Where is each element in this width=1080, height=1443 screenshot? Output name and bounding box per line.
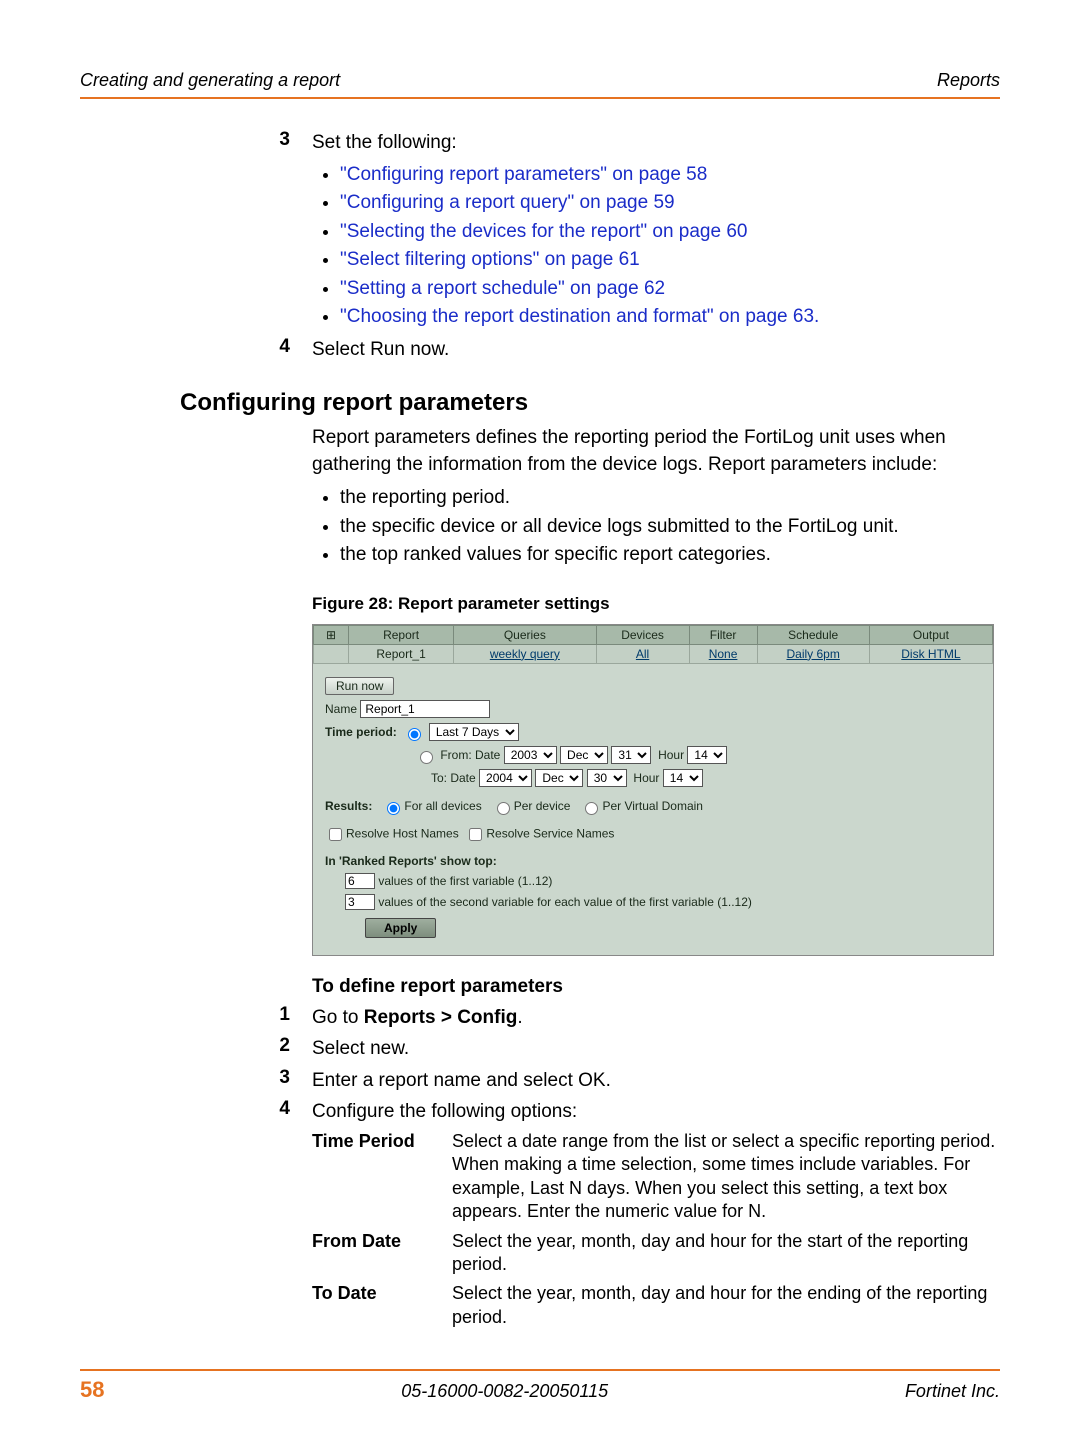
crossref-link[interactable]: "Setting a report schedule" on page 62 bbox=[340, 275, 1000, 304]
to-day-select[interactable]: 30 bbox=[587, 769, 627, 787]
cell-output-link[interactable]: Disk HTML bbox=[869, 644, 992, 663]
crossref-link[interactable]: "Select filtering options" on page 61 bbox=[340, 246, 1000, 275]
step-text: Select Run now. bbox=[312, 336, 449, 364]
step-text: Go to Reports > Config. bbox=[312, 1004, 523, 1032]
crossref-link[interactable]: "Choosing the report destination and for… bbox=[340, 303, 1000, 332]
time-period-preset-select[interactable]: Last 7 Days bbox=[429, 723, 519, 741]
option-desc: Select the year, month, day and hour for… bbox=[452, 1230, 1000, 1277]
run-now-button[interactable]: Run now bbox=[325, 677, 394, 695]
to-hour-label: Hour bbox=[633, 771, 659, 785]
crossref-link[interactable]: "Configuring report parameters" on page … bbox=[340, 161, 1000, 190]
col-header: Schedule bbox=[757, 625, 869, 644]
results-per-vdom-radio[interactable] bbox=[585, 802, 598, 815]
to-hour-select[interactable]: 14 bbox=[663, 769, 703, 787]
apply-button[interactable]: Apply bbox=[365, 918, 436, 938]
cell-schedule-link[interactable]: Daily 6pm bbox=[757, 644, 869, 663]
col-header: Queries bbox=[454, 625, 596, 644]
figure-caption: Figure 28: Report parameter settings bbox=[312, 594, 1000, 614]
from-month-select[interactable]: Dec bbox=[560, 746, 608, 764]
option-label: From Date bbox=[312, 1230, 452, 1277]
resolve-host-checkbox[interactable] bbox=[329, 828, 342, 841]
footer-company: Fortinet Inc. bbox=[905, 1381, 1000, 1402]
header-left: Creating and generating a report bbox=[80, 70, 340, 91]
header-rule bbox=[80, 97, 1000, 99]
option-desc: Select a date range from the list or sel… bbox=[452, 1130, 1000, 1224]
sub-heading: To define report parameters bbox=[312, 976, 1000, 998]
name-input[interactable] bbox=[360, 700, 490, 718]
cell-report-name: Report_1 bbox=[349, 644, 454, 663]
step-number: 2 bbox=[260, 1035, 290, 1063]
time-period-preset-radio[interactable] bbox=[408, 728, 421, 741]
to-year-select[interactable]: 2004 bbox=[479, 769, 532, 787]
ranked-heading: In 'Ranked Reports' show top: bbox=[325, 854, 981, 868]
step-number: 4 bbox=[260, 1098, 290, 1126]
col-header: Output bbox=[869, 625, 992, 644]
step-text: Configure the following options: bbox=[312, 1098, 577, 1126]
to-month-select[interactable]: Dec bbox=[535, 769, 583, 787]
option-desc: Select the year, month, day and hour for… bbox=[452, 1282, 1000, 1329]
ranked-second-input[interactable] bbox=[345, 894, 375, 910]
results-label: Results: bbox=[325, 799, 372, 813]
col-header: Devices bbox=[596, 625, 689, 644]
cell-devices-link[interactable]: All bbox=[596, 644, 689, 663]
from-year-select[interactable]: 2003 bbox=[504, 746, 557, 764]
from-hour-select[interactable]: 14 bbox=[687, 746, 727, 764]
footer-docid: 05-16000-0082-20050115 bbox=[401, 1381, 608, 1402]
results-per-device-radio[interactable] bbox=[497, 802, 510, 815]
step-text: Enter a report name and select OK. bbox=[312, 1067, 611, 1095]
from-label: From: Date bbox=[440, 748, 500, 762]
header-right: Reports bbox=[937, 70, 1000, 91]
list-item: the reporting period. bbox=[340, 484, 1000, 513]
from-hour-label: Hour bbox=[658, 748, 684, 762]
col-header: Report bbox=[349, 625, 454, 644]
crossref-link[interactable]: "Configuring a report query" on page 59 bbox=[340, 189, 1000, 218]
name-label: Name bbox=[325, 702, 357, 716]
add-icon[interactable]: ⊞ bbox=[314, 625, 349, 644]
step-text: Set the following: bbox=[312, 129, 457, 157]
list-item: the top ranked values for specific repor… bbox=[340, 541, 1000, 570]
figure-screenshot: ⊞ Report Queries Devices Filter Schedule… bbox=[312, 624, 994, 956]
crossref-link[interactable]: "Selecting the devices for the report" o… bbox=[340, 218, 1000, 247]
list-item: the specific device or all device logs s… bbox=[340, 513, 1000, 542]
from-day-select[interactable]: 31 bbox=[611, 746, 651, 764]
step-text: Select new. bbox=[312, 1035, 409, 1063]
option-label: To Date bbox=[312, 1282, 452, 1329]
step-number: 3 bbox=[260, 1067, 290, 1095]
section-heading: Configuring report parameters bbox=[180, 389, 1000, 417]
option-label: Time Period bbox=[312, 1130, 452, 1224]
step-number: 3 bbox=[260, 129, 290, 157]
page-number: 58 bbox=[80, 1377, 104, 1403]
ranked-first-input[interactable] bbox=[345, 873, 375, 889]
step-number: 1 bbox=[260, 1004, 290, 1032]
footer-rule bbox=[80, 1369, 1000, 1371]
col-header: Filter bbox=[689, 625, 757, 644]
ranked-first-text: values of the first variable (1..12) bbox=[378, 874, 552, 888]
ranked-second-text: values of the second variable for each v… bbox=[378, 895, 752, 909]
body-paragraph: Report parameters defines the reporting … bbox=[312, 425, 1000, 478]
cell-queries-link[interactable]: weekly query bbox=[454, 644, 596, 663]
time-period-label: Time period: bbox=[325, 725, 397, 739]
results-all-devices-radio[interactable] bbox=[387, 802, 400, 815]
cell-filter-link[interactable]: None bbox=[689, 644, 757, 663]
time-period-range-radio[interactable] bbox=[420, 751, 433, 764]
to-label: To: Date bbox=[431, 771, 476, 785]
resolve-service-checkbox[interactable] bbox=[469, 828, 482, 841]
step-number: 4 bbox=[260, 336, 290, 364]
